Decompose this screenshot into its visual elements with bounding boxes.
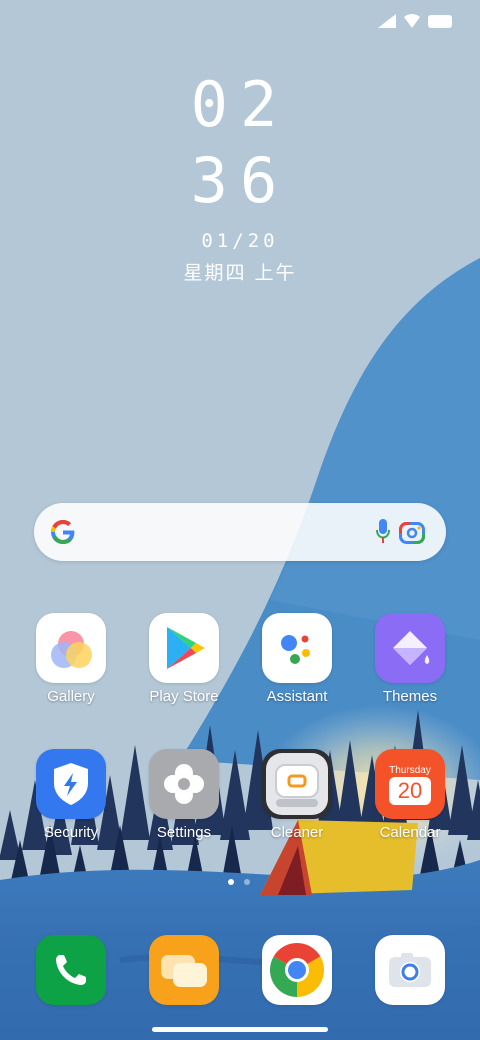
calendar-day-number: 20 [397,778,423,803]
app-label: Themes [382,688,438,705]
battery-icon [428,14,452,28]
calendar-month-text: Thursday [389,765,431,776]
app-cleaner[interactable]: Cleaner [247,749,347,841]
signal-icon [378,14,396,28]
page-dot-active[interactable] [228,879,234,885]
phone-icon [36,935,106,1005]
app-label: Security [43,824,99,841]
google-search-bar[interactable] [34,503,446,561]
google-lens-icon[interactable] [399,520,425,544]
app-play-store[interactable]: Play Store [134,613,234,705]
app-label: Gallery [47,688,95,705]
chrome-icon [262,935,332,1005]
app-label: Settings [156,824,212,841]
clock-weekday: 星期四 上午 [183,262,297,284]
app-gallery[interactable]: Gallery [21,613,121,705]
cleaner-icon [262,749,332,819]
gallery-icon [36,613,106,683]
play-store-icon [149,613,219,683]
app-calendar[interactable]: Thursday 20 Calendar [360,749,460,841]
settings-icon [149,749,219,819]
camera-icon [375,935,445,1005]
app-label: Play Store [149,688,219,705]
microphone-icon[interactable] [376,519,390,545]
app-security[interactable]: Security [21,749,121,841]
dock-chrome[interactable] [247,935,347,1005]
calendar-icon: Thursday 20 [375,749,445,819]
app-themes[interactable]: Themes [360,613,460,705]
page-indicator [228,879,250,885]
clock-date: 01/20 [201,230,279,252]
app-label: Cleaner [270,824,324,841]
assistant-icon [262,613,332,683]
navigation-handle[interactable] [152,1027,328,1032]
app-label: Calendar [379,824,441,841]
dock-phone[interactable] [21,935,121,1005]
app-settings[interactable]: Settings [134,749,234,841]
clock-hour[interactable]: 02 [0,74,480,136]
wifi-icon [404,14,420,28]
themes-icon [375,613,445,683]
app-assistant[interactable]: Assistant [247,613,347,705]
app-label: Assistant [266,688,328,705]
messages-icon [149,935,219,1005]
page-dot[interactable] [244,879,250,885]
google-g-icon [51,520,75,544]
clock-minute[interactable]: 36 [0,150,480,212]
dock-messages[interactable] [134,935,234,1005]
status-bar [378,14,452,28]
security-icon [36,749,106,819]
dock-camera[interactable] [360,935,460,1005]
